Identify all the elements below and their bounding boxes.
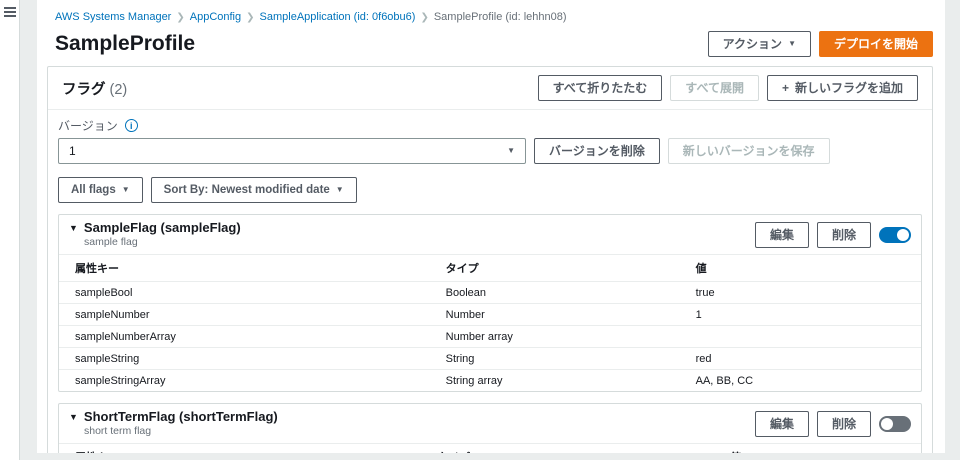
col-header-type: タイプ [421,444,714,454]
attr-value: 1 [680,304,921,326]
actions-button[interactable]: アクション ▼ [708,31,811,57]
flag-card-sampleflag: ▼ SampleFlag (sampleFlag) sample flag 編集… [58,214,922,392]
attributes-table: 属性キー タイプ 値 sampleBool Boolean true sampl… [59,254,921,391]
collapsed-sidebar [0,0,20,460]
attr-key: sampleBool [59,282,430,304]
chevron-down-icon: ▼ [507,147,515,155]
attr-type: Number [430,304,680,326]
sampleflag-toggle[interactable] [879,227,911,243]
info-icon[interactable]: i [125,119,138,132]
chevron-right-icon: ❯ [176,12,184,23]
version-select-value: 1 [69,144,76,158]
table-row: sampleString String red [59,348,921,370]
chevron-right-icon: ❯ [420,12,428,23]
attr-key: sampleNumber [59,304,430,326]
breadcrumb-link-appconfig[interactable]: AppConfig [190,11,241,23]
table-row: sampleStringArray String array AA, BB, C… [59,370,921,392]
collapse-all-button[interactable]: すべて折りたたむ [538,75,663,101]
sort-by-label: Sort By: Newest modified date [164,182,330,198]
actions-button-label: アクション [723,36,782,52]
flags-card-title: フラグ (2) [62,78,127,99]
attr-value: true [680,282,921,304]
attr-type: String [430,348,680,370]
attr-type: Number array [430,326,680,348]
flag-name: SampleFlag (sampleFlag) [84,220,241,236]
collapse-triangle-icon[interactable]: ▼ [69,412,78,422]
col-header-key: 属性キー [59,255,430,282]
breadcrumb-current-profile: SampleProfile (id: lehhn08) [434,11,567,23]
attr-type: Boolean [430,282,680,304]
version-select[interactable]: 1 ▼ [58,138,526,164]
plus-icon: + [782,80,789,96]
chevron-down-icon: ▼ [122,186,130,194]
attr-key: sampleStringArray [59,370,430,392]
edit-flag-button[interactable]: 編集 [755,222,809,248]
col-header-value: 値 [714,444,921,454]
attr-key: sampleNumberArray [59,326,430,348]
table-row: sampleBool Boolean true [59,282,921,304]
flags-card: フラグ (2) すべて折りたたむ すべて展開 + 新しいフラグを追加 バージョン… [47,66,933,453]
main-content-panel: AWS Systems Manager ❯ AppConfig ❯ SampleAppl… [37,0,945,453]
attr-value: red [680,348,921,370]
attr-key: sampleString [59,348,430,370]
attributes-table: 属性キー タイプ 値 [59,443,921,453]
breadcrumb-link-application[interactable]: SampleApplication (id: 0f6obu6) [260,11,416,23]
col-header-value: 値 [680,255,921,282]
attr-value: AA, BB, CC [680,370,921,392]
col-header-type: タイプ [430,255,680,282]
expand-all-button: すべて展開 [670,75,759,101]
table-row: sampleNumberArray Number array [59,326,921,348]
flag-card-shorttermflag: ▼ ShortTermFlag (shortTermFlag) short te… [58,403,922,453]
page-title: SampleProfile [55,32,195,56]
add-flag-button-label: 新しいフラグを追加 [795,80,903,96]
version-label: バージョン [58,117,118,134]
flag-filter-dropdown[interactable]: All flags ▼ [58,177,143,203]
flag-description: short term flag [84,425,278,438]
chevron-down-icon: ▼ [336,186,344,194]
attr-type: String array [430,370,680,392]
delete-flag-button[interactable]: 削除 [817,222,871,248]
shorttermflag-toggle[interactable] [879,416,911,432]
col-header-key: 属性キー [59,444,421,454]
flag-name: ShortTermFlag (shortTermFlag) [84,409,278,425]
menu-icon[interactable] [4,7,16,19]
collapse-triangle-icon[interactable]: ▼ [69,223,78,233]
delete-flag-button[interactable]: 削除 [817,411,871,437]
breadcrumb: AWS Systems Manager ❯ AppConfig ❯ SampleAppl… [37,0,945,24]
flag-filter-label: All flags [71,182,116,198]
flag-description: sample flag [84,236,241,249]
sort-by-dropdown[interactable]: Sort By: Newest modified date ▼ [151,177,357,203]
delete-version-button[interactable]: バージョンを削除 [534,138,660,164]
flags-count: (2) [110,82,128,98]
edit-flag-button[interactable]: 編集 [755,411,809,437]
save-new-version-button: 新しいバージョンを保存 [668,138,830,164]
add-flag-button[interactable]: + 新しいフラグを追加 [767,75,918,101]
table-row: sampleNumber Number 1 [59,304,921,326]
start-deployment-button[interactable]: デプロイを開始 [819,31,933,57]
attr-value [680,326,921,348]
chevron-down-icon: ▼ [788,40,796,48]
chevron-right-icon: ❯ [246,12,254,23]
breadcrumb-link-systems-manager[interactable]: AWS Systems Manager [55,11,171,23]
